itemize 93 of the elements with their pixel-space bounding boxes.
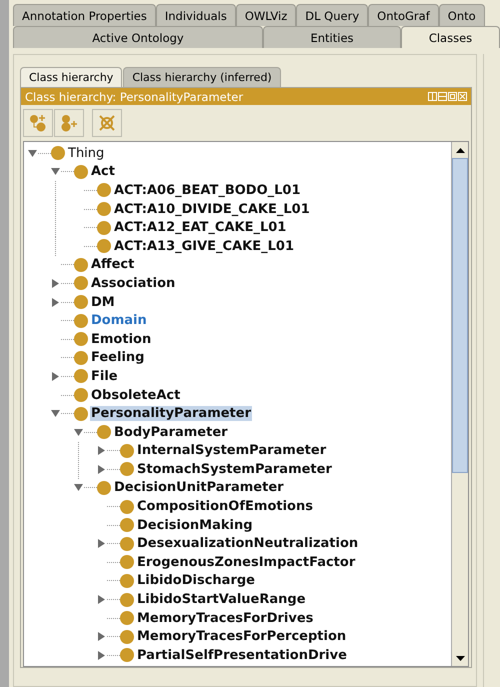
class-icon [120,536,134,551]
class-icon [74,369,88,384]
add-subclass-icon [28,113,48,133]
class-icon [120,648,134,662]
class-icon [97,425,111,440]
class-label[interactable]: PersonalityParameter [90,406,252,422]
class-icon [51,146,65,160]
right-triangle-icon[interactable] [97,539,106,548]
class-icon [120,462,134,476]
class-icon [97,239,111,254]
tab[interactable]: Individuals [156,4,236,26]
class-icon [97,183,111,198]
scroll-thumb[interactable] [452,158,468,473]
class-icon [74,350,88,365]
class-icon [74,258,88,272]
down-triangle-icon[interactable] [74,483,83,492]
class-icon [97,220,111,235]
class-icon [74,332,88,346]
class-icon [97,202,111,216]
right-triangle-icon[interactable] [97,464,106,474]
class-label[interactable]: Affect [90,257,136,272]
class-icon [74,314,88,328]
class-label[interactable]: ObsoleteAct [90,388,182,403]
class-label[interactable]: InternalSystemParameter [136,443,328,458]
right-triangle-icon[interactable] [97,632,106,642]
tab[interactable]: Class hierarchy (inferred) [123,67,281,87]
tab[interactable]: Onto [438,4,485,26]
class-icon [120,592,134,607]
class-icon [120,555,134,570]
tab[interactable]: OntoGraf [368,4,439,26]
down-triangle-icon[interactable] [51,409,60,418]
class-label[interactable]: ErogenousZonesImpactFactor [136,554,356,570]
class-label[interactable]: CompositionOfEmotions [136,499,314,514]
down-triangle-icon[interactable] [28,148,37,158]
class-icon [120,630,134,644]
class-label[interactable]: Act [90,164,116,180]
class-label[interactable]: Feeling [90,350,146,366]
close-icon[interactable] [458,92,467,101]
class-label[interactable]: ACT:A12_EAT_CAKE_L01 [113,220,288,236]
right-triangle-icon[interactable] [97,595,106,604]
down-triangle-icon[interactable] [51,167,60,176]
class-label[interactable]: DesexualizationNeutralization [136,536,360,552]
class-label[interactable]: DM [90,294,116,310]
tab[interactable]: Active Ontology [13,26,263,48]
minimize-icon[interactable] [438,92,447,101]
class-label[interactable]: DecisionMaking [136,518,254,533]
class-icon [120,574,134,588]
down-arrow-icon [456,656,464,660]
class-label[interactable]: MemoryTracesForPerception [136,629,348,644]
class-label[interactable]: LibidoStartValueRange [136,592,307,608]
class-icon [74,388,88,402]
class-icon [120,518,134,532]
tab[interactable]: Annotation Properties [13,4,156,26]
class-label[interactable]: StomachSystemParameter [136,462,333,477]
class-icon [74,276,88,290]
right-triangle-icon[interactable] [97,650,106,660]
class-label[interactable]: BodyParameter [113,424,229,440]
class-label[interactable]: LibidoDischarge [136,573,256,588]
up-arrow-icon [456,148,464,152]
class-label[interactable]: Domain [90,313,148,328]
scrollbar[interactable] [451,142,468,666]
tab[interactable]: DL Query [296,4,368,26]
class-icon [97,480,111,495]
class-label[interactable]: DecisionUnitParameter [113,480,285,496]
tab[interactable]: OWLViz [236,4,296,26]
class-icon [74,406,88,421]
class-label[interactable]: ACT:A13_GIVE_CAKE_L01 [113,238,295,254]
class-icon [120,611,134,626]
tab[interactable]: Classes [401,26,500,48]
class-icon [74,295,88,310]
down-triangle-icon[interactable] [74,428,83,437]
class-icon [74,164,88,179]
class-label[interactable]: ACT:A10_DIVIDE_CAKE_L01 [113,202,311,217]
class-label[interactable]: Emotion [90,332,152,347]
class-label[interactable]: Association [90,276,176,291]
class-label[interactable]: PartialSelfPresentationDrive [136,648,348,663]
class-label[interactable]: ACT:A06_BEAT_BODO_L01 [113,182,302,198]
class-label[interactable]: Thing [67,146,106,161]
class-label[interactable]: File [90,368,119,384]
right-triangle-icon[interactable] [51,372,60,381]
split-icon[interactable] [428,92,437,101]
class-icon [120,444,134,458]
maximize-icon[interactable] [448,92,457,101]
add-sibling-icon [59,113,79,133]
right-triangle-icon[interactable] [51,278,60,288]
right-triangle-icon[interactable] [97,446,106,456]
tab[interactable]: Entities [263,26,401,48]
view-title: Class hierarchy: PersonalityParameter [25,90,244,104]
crossed-circle-icon [97,113,117,133]
right-triangle-icon[interactable] [51,298,60,307]
class-label[interactable]: MemoryTracesForDrives [136,610,314,626]
tab[interactable]: Class hierarchy [20,67,122,87]
class-icon [120,500,134,514]
